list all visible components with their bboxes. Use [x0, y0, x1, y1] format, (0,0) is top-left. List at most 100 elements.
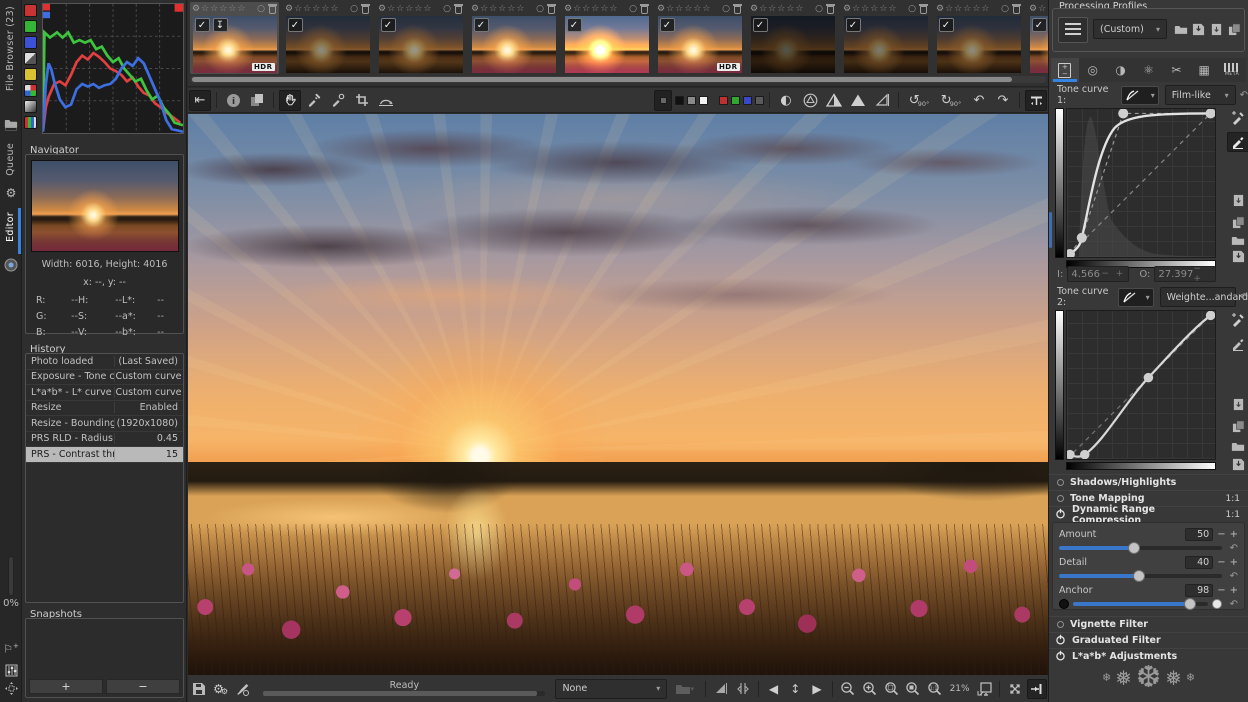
star-icon[interactable]: ☆: [1038, 4, 1046, 14]
zoom-out-button[interactable]: [838, 679, 858, 699]
quick-profile-select[interactable]: None: [555, 678, 668, 699]
histogram-raw-toggle[interactable]: [24, 100, 37, 113]
anchor-reset-icon[interactable]: ↶: [1230, 599, 1238, 610]
tab-metadata[interactable]: META: [1218, 58, 1246, 82]
curve2-load-icon[interactable]: [1227, 436, 1248, 456]
amount-plus-button[interactable]: +: [1230, 529, 1238, 540]
check-icon[interactable]: ✓: [659, 18, 675, 32]
section-graduated-filter[interactable]: Graduated Filter: [1049, 632, 1248, 648]
profile-list-icon[interactable]: [1058, 17, 1088, 43]
highlight-clipping-button[interactable]: [847, 90, 869, 111]
trash-icon[interactable]: [454, 4, 463, 14]
filmstrip-thumb[interactable]: ⚙ ☆ ☆ ☆ ☆ ☆ ○ ✓ HDR: [655, 2, 744, 74]
trash-icon[interactable]: [919, 4, 928, 14]
hand-tool-button[interactable]: [279, 89, 301, 111]
histogram-mode-toggle[interactable]: [24, 84, 37, 97]
star-icon[interactable]: ☆: [303, 4, 311, 14]
crop-tool-button[interactable]: [351, 90, 373, 111]
tab-exposure[interactable]: + −: [1051, 58, 1079, 82]
curve2-mode-select[interactable]: Weighte...andard: [1159, 287, 1248, 307]
amount-slider-knob[interactable]: [1127, 541, 1140, 554]
curve1-save-icon[interactable]: [1227, 246, 1248, 266]
star-icon[interactable]: ☆: [702, 4, 710, 14]
tab-detail[interactable]: ◎: [1079, 58, 1107, 82]
bg-black-swatch[interactable]: [674, 95, 684, 105]
zoom-100-button[interactable]: 1:1: [925, 679, 945, 699]
histogram-red-toggle[interactable]: [24, 4, 37, 17]
check-icon[interactable]: ✓: [1031, 18, 1047, 32]
color-label-icon[interactable]: ○: [629, 4, 637, 14]
star-icon[interactable]: ☆: [228, 4, 236, 14]
history-row-selected[interactable]: PRS - Contrast thr... 15: [26, 447, 183, 463]
navigator-thumbnail[interactable]: [31, 160, 179, 252]
add-snapshot-button[interactable]: +: [29, 679, 103, 694]
star-icon[interactable]: ☆: [963, 4, 971, 14]
star-icon[interactable]: ☆: [489, 4, 497, 14]
star-icon[interactable]: ☆: [870, 4, 878, 14]
star-icon[interactable]: ☆: [777, 4, 785, 14]
color-label-icon[interactable]: ○: [1001, 4, 1009, 14]
focus-mask-button[interactable]: [871, 90, 893, 111]
star-icon[interactable]: ☆: [210, 4, 218, 14]
previous-image-button[interactable]: ◀: [764, 679, 784, 699]
next-image-button[interactable]: ▶: [807, 679, 827, 699]
toggle-filmstrip-button[interactable]: [1025, 89, 1047, 111]
procparams-icon[interactable]: ⚙: [285, 4, 293, 14]
star-icon[interactable]: ☆: [219, 4, 227, 14]
curve1-editor[interactable]: [1055, 108, 1248, 268]
star-icon[interactable]: ☆: [405, 4, 413, 14]
curve1-pen-icon[interactable]: [1227, 132, 1248, 152]
curve1-grid[interactable]: [1066, 108, 1216, 258]
star-icon[interactable]: ☆: [573, 4, 581, 14]
right-panel-scrollbar[interactable]: [1049, 212, 1052, 248]
histogram-bars-toggle[interactable]: [24, 116, 37, 129]
procparams-icon[interactable]: ⚙: [378, 4, 386, 14]
tab-editor[interactable]: Editor: [5, 212, 16, 242]
zoom-fit-button[interactable]: [881, 679, 901, 699]
star-icon[interactable]: ☆: [582, 4, 590, 14]
show-second-editor-button[interactable]: [246, 90, 268, 111]
filmstrip-thumb[interactable]: ⚙ ☆ ☆ ☆ ☆ ☆ ○ ✓: [748, 2, 837, 74]
star-icon[interactable]: ☆: [498, 4, 506, 14]
anchor-value[interactable]: 98: [1185, 583, 1214, 597]
flip-horizontal-button[interactable]: ↶: [968, 90, 990, 111]
zoom-fit-crop-button[interactable]: [903, 679, 923, 699]
bg-gray-swatch[interactable]: [686, 95, 696, 105]
curve1-type-button[interactable]: [1121, 85, 1159, 105]
star-icon[interactable]: ☆: [786, 4, 794, 14]
rotate-cw-90-button[interactable]: ↻ 90°: [936, 90, 966, 111]
curve2-paste-icon[interactable]: [1227, 394, 1248, 414]
detail-plus-button[interactable]: +: [1230, 557, 1238, 568]
save-profile-button[interactable]: [1191, 18, 1206, 40]
filmstrip-scrollbar[interactable]: [190, 76, 1046, 83]
hide-left-panel-button[interactable]: ⇤: [189, 89, 211, 111]
filmstrip-thumb[interactable]: ⚙☆☆☆ ✓: [1027, 2, 1048, 74]
flip-vertical-button[interactable]: ↷: [992, 90, 1014, 111]
trash-icon[interactable]: [640, 4, 649, 14]
histogram-green-toggle[interactable]: [24, 20, 37, 33]
tab-file-browser[interactable]: File Browser (23): [5, 6, 16, 91]
star-icon[interactable]: ☆: [852, 4, 860, 14]
curve2-pen-icon[interactable]: [1227, 334, 1248, 354]
tab-advanced[interactable]: ⚛: [1135, 58, 1163, 82]
detail-slider[interactable]: [1059, 569, 1222, 582]
star-icon[interactable]: ☆: [861, 4, 869, 14]
check-icon[interactable]: ✓: [473, 18, 489, 32]
color-label-icon[interactable]: ○: [722, 4, 730, 14]
curve1-reset-icon[interactable]: ↶: [1240, 90, 1248, 101]
anchor-plus-button[interactable]: +: [1230, 585, 1238, 596]
star-icon[interactable]: ☆: [507, 4, 515, 14]
trash-icon[interactable]: [361, 4, 370, 14]
info-button[interactable]: i: [222, 90, 244, 111]
star-icon[interactable]: ☆: [312, 4, 320, 14]
star-icon[interactable]: ☆: [795, 4, 803, 14]
tab-transform[interactable]: ✂: [1162, 58, 1190, 82]
star-icon[interactable]: ☆: [294, 4, 302, 14]
operations-preview-button[interactable]: ▾: [668, 679, 700, 699]
curve2-grid[interactable]: [1066, 310, 1216, 460]
add-to-batch-queue-button[interactable]: ⚙ ⚙: [211, 679, 231, 699]
curve2-reset-icon[interactable]: ↶: [1240, 292, 1248, 303]
profile-select[interactable]: (Custom): [1093, 19, 1167, 39]
color-picker-tool-button[interactable]: [303, 90, 325, 111]
channel-blue-swatch[interactable]: [742, 95, 752, 105]
